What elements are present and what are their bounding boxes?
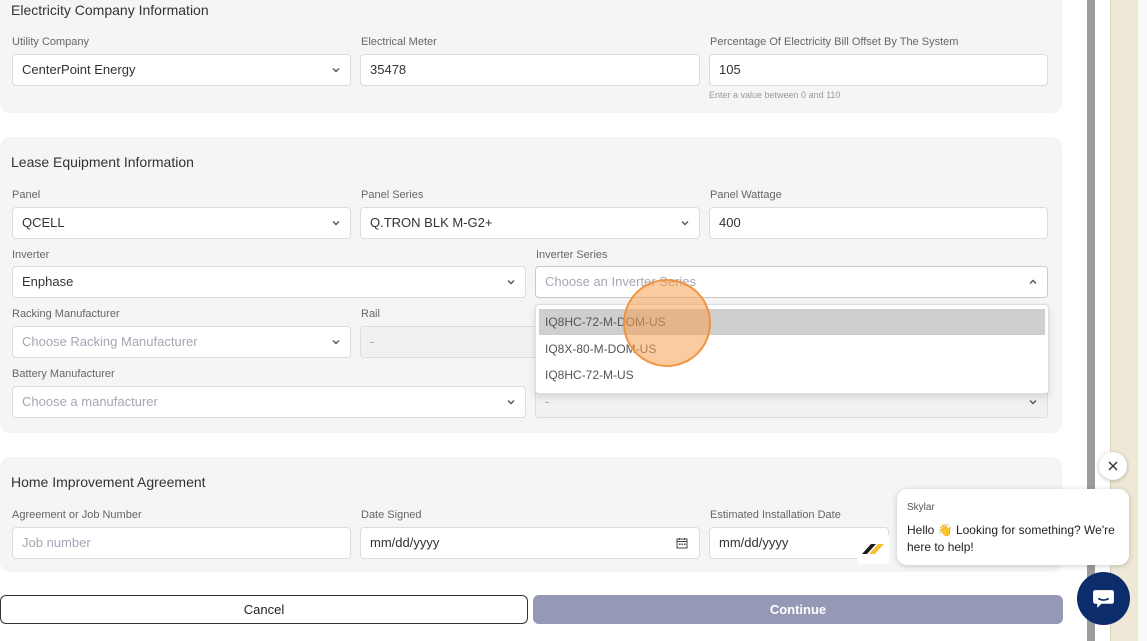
- click-indicator: [623, 279, 711, 367]
- rail-label: Rail: [361, 308, 380, 320]
- inverter-select[interactable]: Enphase: [12, 266, 526, 298]
- chevron-down-icon: [681, 221, 689, 226]
- inverter-series-option[interactable]: IQ8HC-72-M-DOM-US: [539, 309, 1045, 335]
- inverter-value: Enphase: [22, 274, 74, 289]
- inverter-series-select[interactable]: Choose an Inverter Series: [535, 266, 1048, 298]
- date-signed-input[interactable]: mm/dd/yyyy: [360, 527, 700, 559]
- lease-section-title: Lease Equipment Information: [11, 154, 194, 170]
- battery-manufacturer-select[interactable]: Choose a manufacturer: [12, 386, 526, 418]
- inverter-label: Inverter: [12, 249, 50, 261]
- installation-date-label: Estimated Installation Date: [710, 509, 841, 521]
- electrical-meter-input[interactable]: 35478: [360, 54, 700, 86]
- chevron-up-icon: [1029, 279, 1037, 284]
- bill-offset-hint: Enter a value between 0 and 110: [709, 90, 841, 100]
- installation-date-value: mm/dd/yyyy: [719, 535, 789, 550]
- inverter-series-option[interactable]: IQ8HC-72-M-US: [539, 362, 1045, 388]
- inverter-series-menu: IQ8HC-72-M-DOM-US IQ8X-80-M-DOM-US IQ8HC…: [535, 304, 1049, 394]
- racking-label: Racking Manufacturer: [12, 308, 120, 320]
- panel-series-value: Q.TRON BLK M-G2+: [370, 215, 493, 230]
- home-improvement-title: Home Improvement Agreement: [11, 474, 206, 490]
- racking-placeholder: Choose Racking Manufacturer: [22, 334, 198, 349]
- chevron-down-icon: [1029, 400, 1037, 405]
- panel-series-select[interactable]: Q.TRON BLK M-G2+: [360, 207, 700, 239]
- chat-sender: Skylar: [907, 502, 935, 513]
- chevron-down-icon: [507, 400, 515, 405]
- chat-avatar: [857, 532, 889, 564]
- panel-wattage-input[interactable]: 400: [709, 207, 1048, 239]
- racking-select[interactable]: Choose Racking Manufacturer: [12, 326, 351, 358]
- bill-offset-input[interactable]: 105: [709, 54, 1048, 86]
- chevron-down-icon: [332, 340, 340, 345]
- brand-logo-icon: [862, 544, 884, 554]
- page-edge: [1138, 0, 1147, 641]
- chat-close-button[interactable]: [1099, 452, 1127, 480]
- panel-select[interactable]: QCELL: [12, 207, 351, 239]
- chevron-down-icon: [332, 68, 340, 73]
- electricity-section: Electricity Company Information Utility …: [0, 0, 1062, 113]
- panel-wattage-label: Panel Wattage: [710, 189, 782, 201]
- inverter-series-option[interactable]: IQ8X-80-M-DOM-US: [539, 336, 1045, 362]
- chat-message-bubble[interactable]: Skylar Hello 👋 Looking for something? We…: [897, 489, 1129, 565]
- utility-company-value: CenterPoint Energy: [22, 62, 136, 77]
- chevron-down-icon: [507, 280, 515, 285]
- close-icon: [1108, 461, 1118, 471]
- continue-button[interactable]: Continue: [533, 595, 1063, 624]
- electricity-section-title: Electricity Company Information: [11, 2, 209, 18]
- battery-model-value: -: [545, 394, 550, 409]
- chat-message: Hello 👋 Looking for something? We're her…: [907, 523, 1115, 554]
- agreement-number-label: Agreement or Job Number: [12, 509, 142, 521]
- rail-select: -: [360, 326, 560, 358]
- agreement-number-input[interactable]: Job number: [12, 527, 351, 559]
- chat-bubble-icon: [1093, 590, 1114, 608]
- battery-manufacturer-label: Battery Manufacturer: [12, 368, 115, 380]
- panel-series-label: Panel Series: [361, 189, 424, 201]
- calendar-icon[interactable]: [676, 537, 688, 549]
- electrical-meter-label: Electrical Meter: [361, 36, 437, 48]
- inverter-series-label: Inverter Series: [536, 249, 608, 261]
- panel-value: QCELL: [22, 215, 65, 230]
- utility-company-select[interactable]: CenterPoint Energy: [12, 54, 351, 86]
- utility-company-label: Utility Company: [12, 36, 90, 48]
- date-signed-value: mm/dd/yyyy: [370, 535, 440, 550]
- battery-manufacturer-placeholder: Choose a manufacturer: [22, 394, 158, 409]
- chat-launcher-button[interactable]: [1077, 572, 1130, 625]
- panel-label: Panel: [12, 189, 41, 201]
- bill-offset-label: Percentage Of Electricity Bill Offset By…: [710, 36, 959, 48]
- cancel-button[interactable]: Cancel: [0, 595, 528, 624]
- date-signed-label: Date Signed: [361, 509, 422, 521]
- chevron-down-icon: [332, 221, 340, 226]
